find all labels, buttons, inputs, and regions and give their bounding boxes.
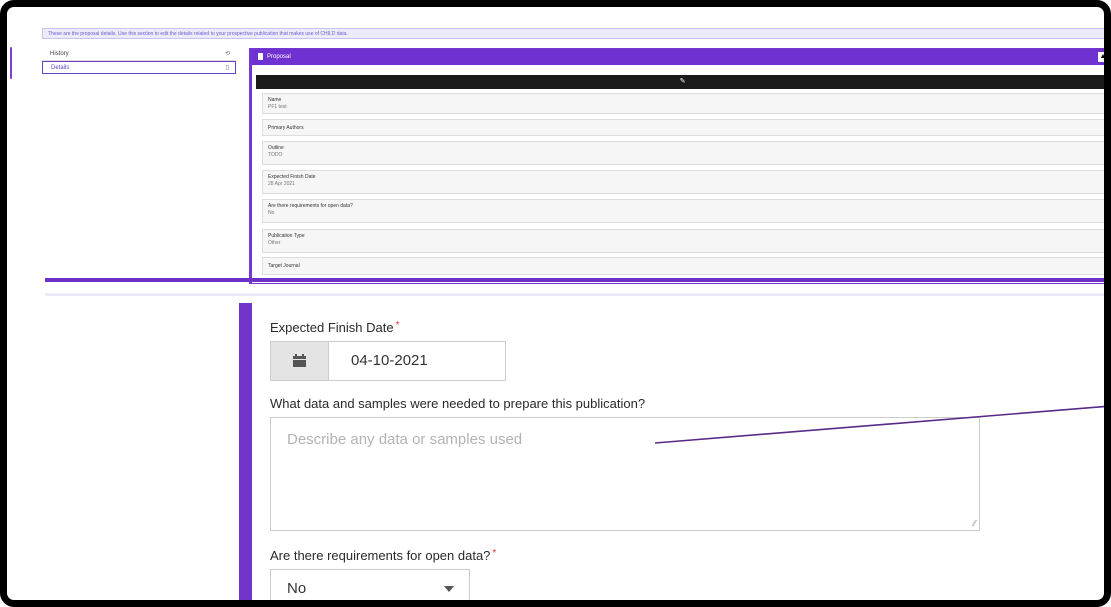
field-outline: Outline TODO <box>262 141 1104 165</box>
expected-finish-date-label: Expected Finish Date * <box>270 320 399 335</box>
sidebar-item-details[interactable]: Details ▯ <box>42 61 236 74</box>
edit-button[interactable]: ✎ <box>256 75 1104 89</box>
data-samples-label: What data and samples were needed to pre… <box>270 396 646 411</box>
screenshot-frame: These are the proposal details. Use this… <box>0 0 1111 607</box>
collapse-toggle-icon[interactable]: ▲ <box>1098 52 1104 62</box>
info-banner: These are the proposal details. Use this… <box>42 28 1104 39</box>
field-target-journal: Target Journal <box>262 257 1104 275</box>
field-label: Target Journal <box>268 263 300 269</box>
proposal-panel: Proposal ▲ ✎ Name PF1 test Primary Autho… <box>249 48 1104 284</box>
field-value: TODO <box>268 152 283 158</box>
date-value: 04-10-2021 <box>351 352 428 369</box>
sidebar-item-label: History <box>50 51 69 57</box>
required-marker: * <box>395 320 400 331</box>
form-accent-bar <box>239 303 252 600</box>
field-name: Name PF1 test <box>262 93 1104 114</box>
field-primary-authors: Primary Authors <box>262 119 1104 136</box>
document-icon <box>258 53 263 60</box>
proposal-panel-header: Proposal ▲ <box>252 49 1104 65</box>
edit-icon: ✎ <box>679 78 686 85</box>
panel-title: Proposal <box>267 54 291 60</box>
field-label: Expected Finish Date <box>268 174 316 180</box>
sidebar: History ⟲ Details ▯ <box>42 48 236 74</box>
expected-finish-date-field[interactable]: 04-10-2021 <box>270 341 506 381</box>
label-text: Expected Finish Date <box>270 320 394 335</box>
field-value: 28 Apr 2021 <box>268 181 295 187</box>
field-value: PF1 test <box>268 104 287 110</box>
zoomed-out-proposal-screenshot: These are the proposal details. Use this… <box>37 22 1104 292</box>
open-data-label: Are there requirements for open data? * <box>270 548 496 563</box>
sidebar-item-history[interactable]: History ⟲ <box>42 48 236 61</box>
field-publication-type: Publication Type Other <box>262 229 1104 253</box>
open-data-select[interactable]: No <box>270 569 470 600</box>
section-divider <box>45 278 1104 282</box>
field-label: Are there requirements for open data? <box>268 203 353 209</box>
field-label: Primary Authors <box>268 125 304 131</box>
required-marker: * <box>492 548 497 559</box>
selected-value: No <box>287 580 307 597</box>
field-open-data: Are there requirements for open data? No <box>262 199 1104 223</box>
field-label: Name <box>268 97 282 103</box>
chevron-down-icon <box>444 586 454 592</box>
sidebar-active-accent <box>10 47 12 79</box>
date-picker-button[interactable] <box>271 342 329 380</box>
label-text: Are there requirements for open data? <box>270 548 491 563</box>
resize-grip-icon[interactable]: ⁄⁄ <box>973 519 976 528</box>
field-value: No <box>268 210 275 216</box>
calendar-icon <box>293 354 306 367</box>
field-value: Other <box>268 240 281 246</box>
data-samples-textarea[interactable]: Describe any data or samples used ⁄⁄ <box>270 417 980 531</box>
field-expected-finish-date: Expected Finish Date 28 Apr 2021 <box>262 170 1104 194</box>
sidebar-item-label: Details <box>51 65 70 71</box>
textarea-placeholder: Describe any data or samples used <box>287 431 523 448</box>
section-divider-faint <box>45 293 1104 296</box>
field-label: Publication Type <box>268 233 305 239</box>
field-label: Outline <box>268 145 284 151</box>
clipboard-icon: ▯ <box>225 65 229 71</box>
history-icon: ⟲ <box>224 51 230 57</box>
